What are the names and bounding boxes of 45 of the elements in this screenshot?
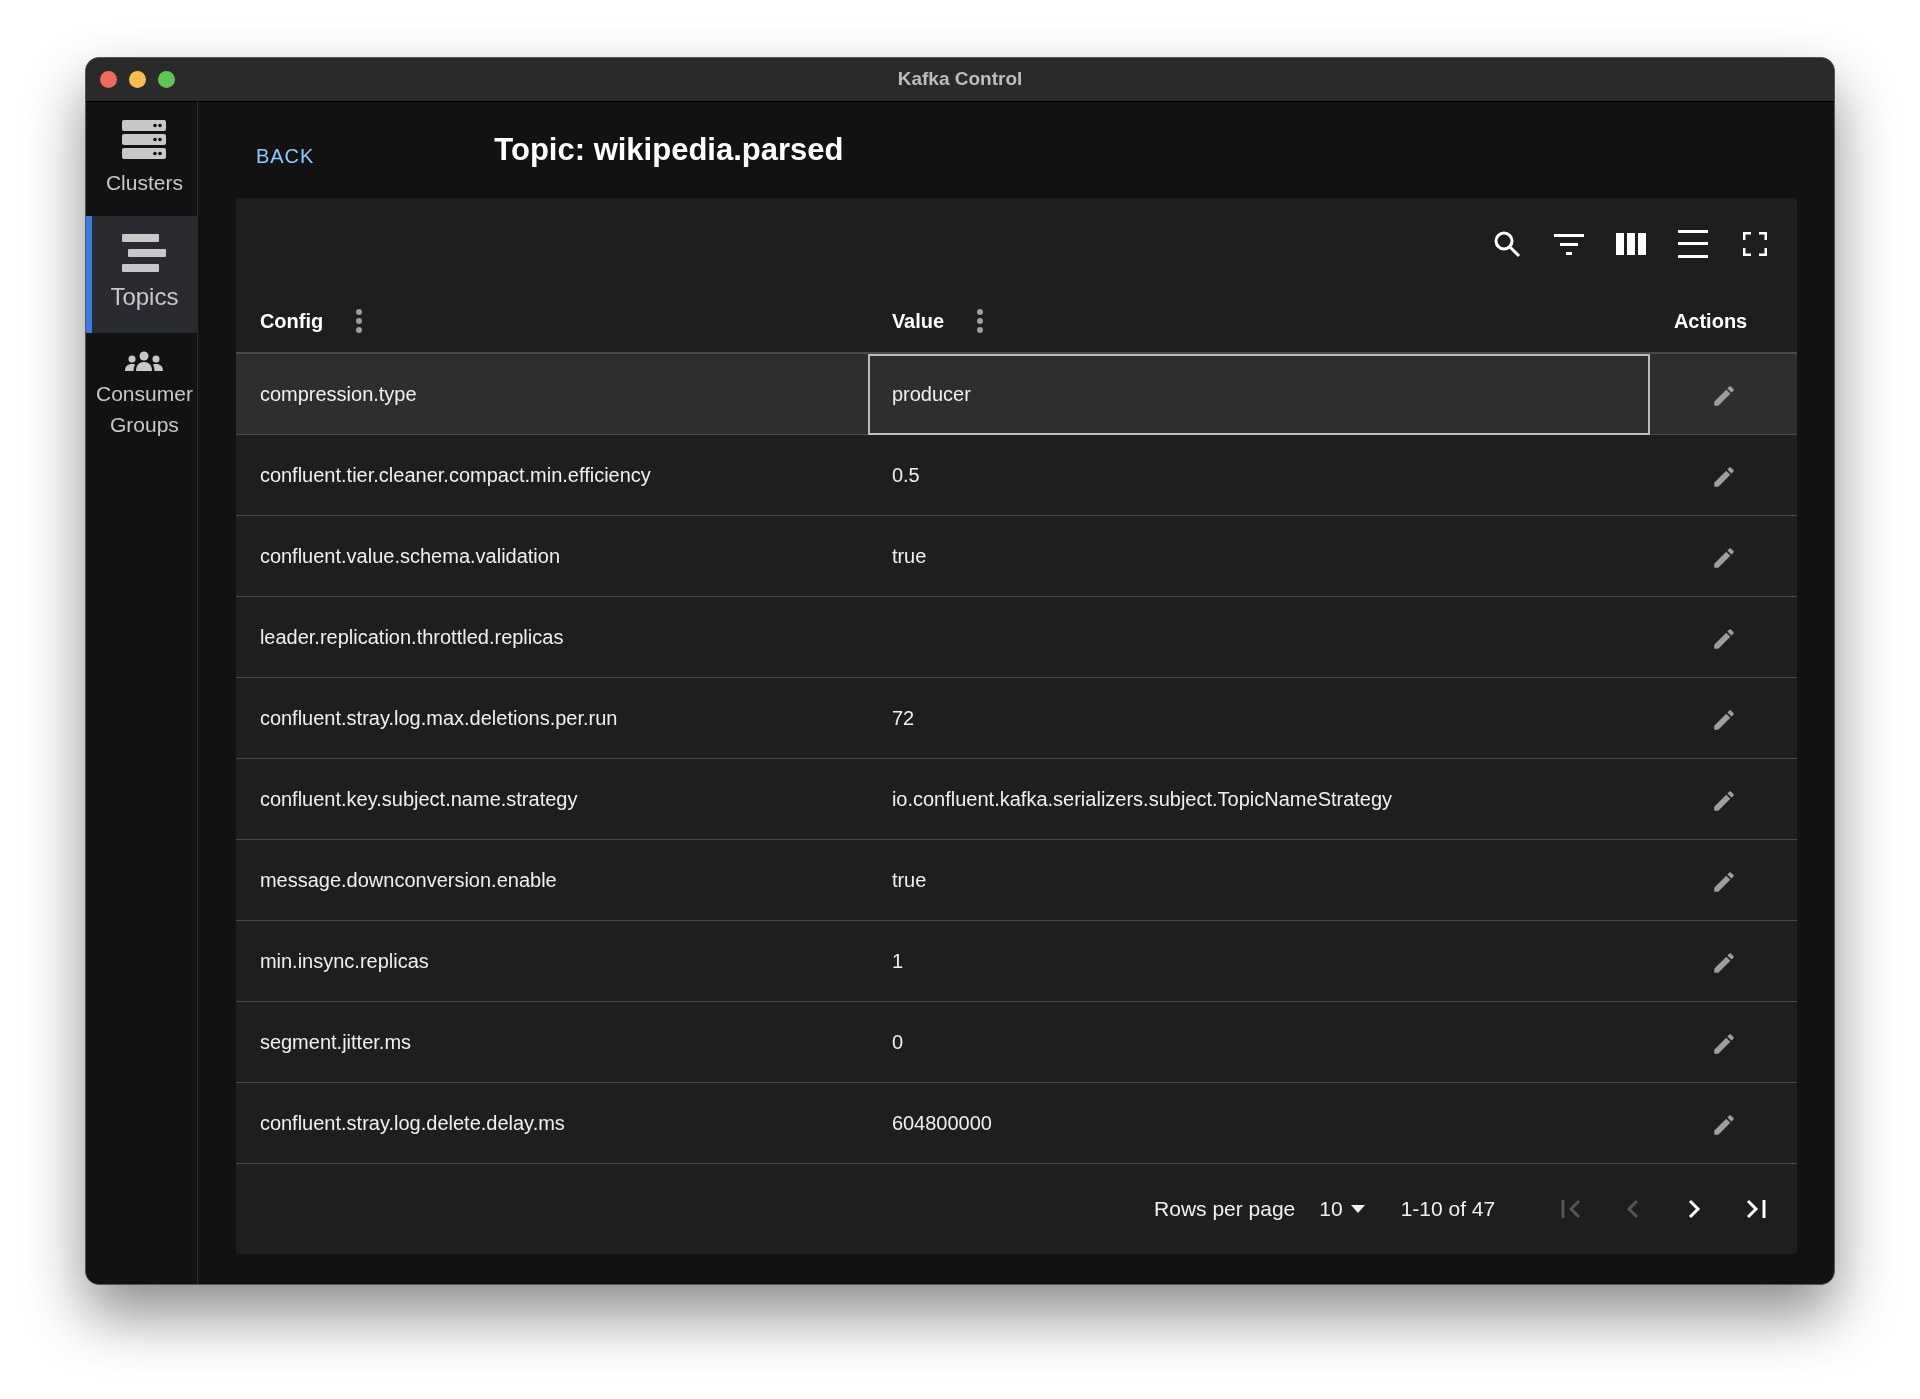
column-header-label: Actions [1673, 309, 1748, 334]
page-range: 1-10 of 47 [1400, 1196, 1496, 1223]
server-stack-icon [122, 120, 167, 160]
table-cell: confluent.stray.log.max.deletions.per.run [235, 678, 868, 759]
zoom-button[interactable] [158, 71, 175, 88]
dropdown-caret-icon [1350, 1205, 1365, 1213]
sidebar-item[interactable]: Consumer Groups [86, 333, 197, 459]
rows-per-page-select[interactable]: 10 [1319, 1193, 1365, 1225]
table-cell: true [867, 516, 1650, 597]
table-cell: message.downconversion.enable [235, 840, 868, 921]
search-icon [1493, 230, 1522, 258]
table-cell: 604800000 [867, 1083, 1650, 1164]
lines-icon [122, 234, 167, 273]
table-cell: leader.replication.throttled.replicas [235, 597, 868, 678]
table-cell: confluent.tier.cleaner.compact.min.efficiency [235, 435, 868, 516]
back-button[interactable]: BACK [235, 135, 335, 177]
table-cell: min.insync.replicas [235, 921, 868, 1002]
table-cell: compression.type [235, 354, 868, 435]
rows-per-page-label: Rows per page [1154, 1196, 1296, 1223]
more-vertical-icon[interactable] [976, 309, 985, 333]
table-cell: confluent.key.subject.name.strategy [235, 759, 868, 840]
table-cell: io.confluent.kafka.serializers.subject.TopicNameStrategy [867, 759, 1650, 840]
table-cell: 0 [867, 1002, 1650, 1083]
columns-icon [1616, 232, 1647, 256]
table-cell: true [867, 840, 1650, 921]
minimize-button[interactable] [129, 71, 146, 88]
table-cell: 72 [867, 678, 1650, 759]
page-title: Topic: wikipedia.parsed [494, 131, 844, 169]
filter-icon [1554, 232, 1585, 256]
more-vertical-icon[interactable] [355, 309, 364, 333]
table-cell: 1 [867, 921, 1650, 1002]
table-cell: confluent.value.schema.validation [235, 516, 868, 597]
menu-icon [1678, 229, 1709, 259]
column-header-label: Config [259, 309, 324, 334]
table-cell: confluent.stray.log.delete.delay.ms [235, 1083, 868, 1164]
input-field[interactable]: producer [867, 354, 1650, 435]
table-cell: segment.jitter.ms [235, 1002, 868, 1083]
sidebar-item[interactable]: Topics [86, 216, 197, 334]
window-title: Kafka Control [897, 67, 1023, 92]
close-button[interactable] [100, 71, 117, 88]
people-group-icon [125, 351, 164, 372]
column-header-label: Value [891, 309, 945, 334]
fullscreen-icon [1743, 232, 1768, 256]
table-cell: 0.5 [867, 435, 1650, 516]
sidebar-item[interactable]: Clusters [86, 102, 197, 217]
